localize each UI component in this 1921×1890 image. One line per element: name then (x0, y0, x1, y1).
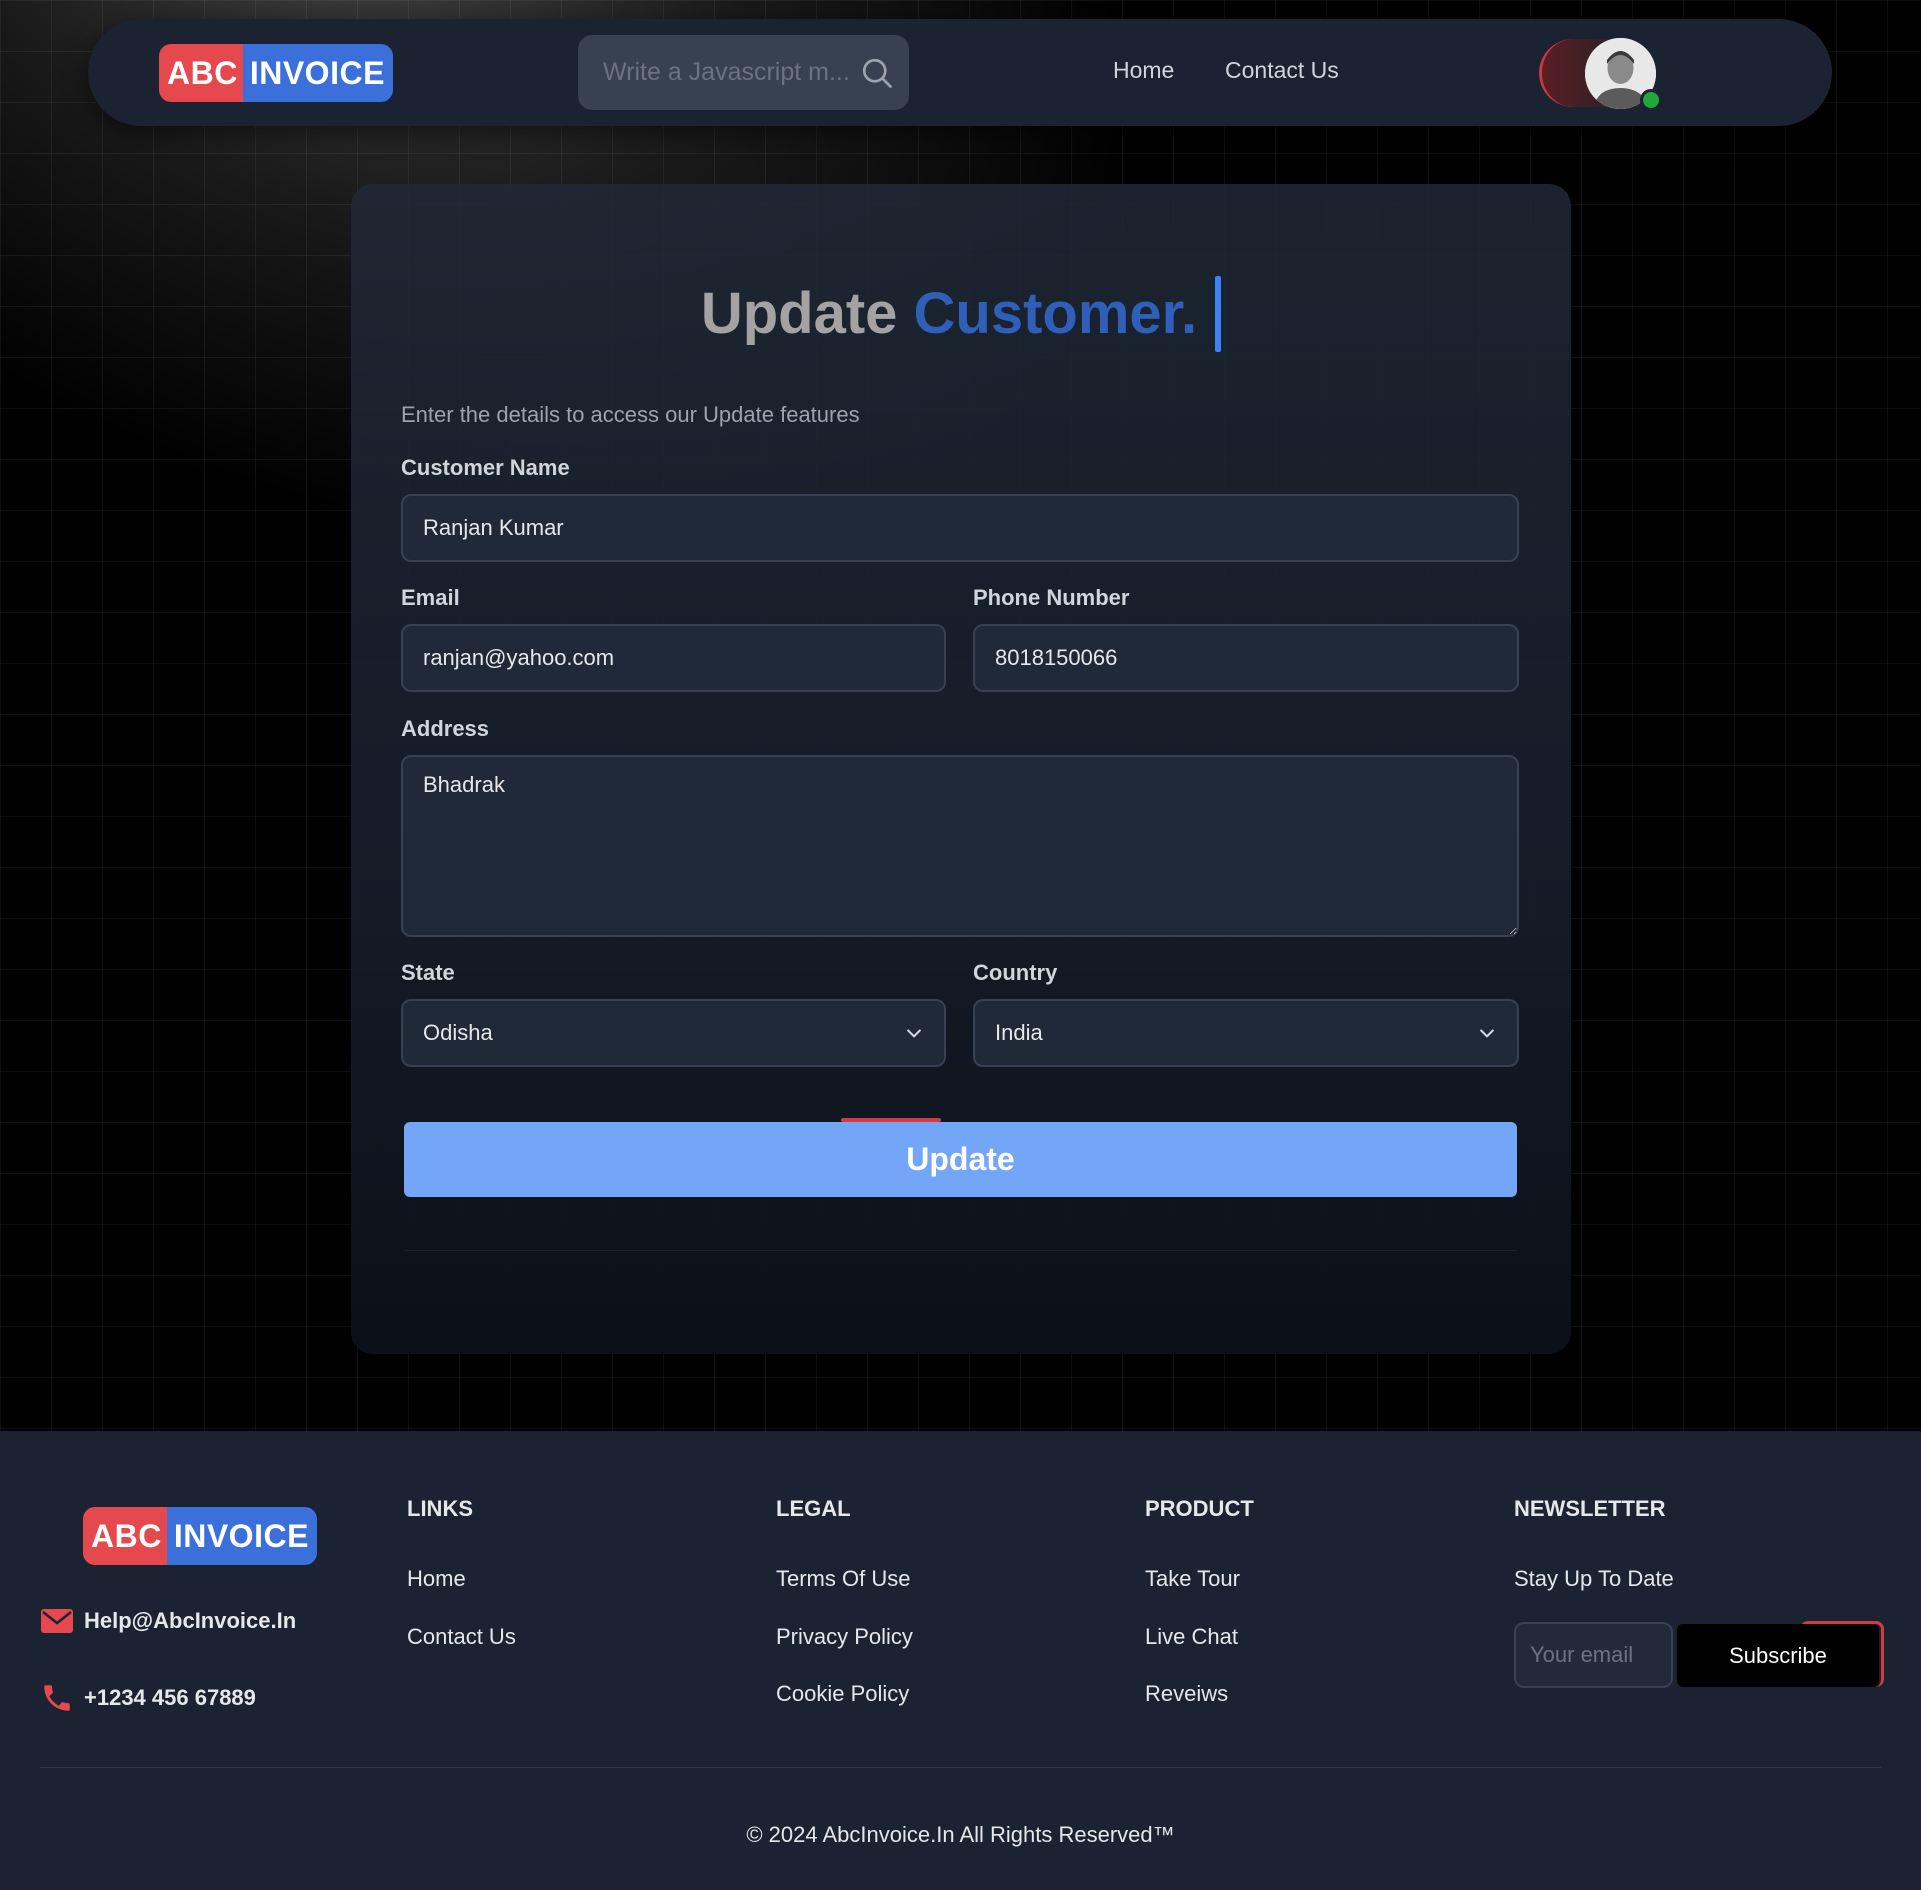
state-label: State (401, 960, 455, 985)
footer: ABC INVOICE Help@AbcInvoice.In +1234 456… (0, 1431, 1921, 1890)
nav-link-home[interactable]: Home (1113, 57, 1174, 84)
footer-email-row[interactable]: Help@AbcInvoice.In (40, 1607, 296, 1635)
footer-phone: +1234 456 67889 (84, 1685, 256, 1710)
footer-phone-row[interactable]: +1234 456 67889 (40, 1681, 256, 1715)
email-input[interactable] (401, 624, 946, 692)
logo-abc: ABC (83, 1507, 167, 1565)
footer-link-privacy[interactable]: Privacy Policy (776, 1624, 913, 1650)
online-status-dot (1640, 89, 1662, 111)
newsletter-heading: NEWSLETTER (1514, 1496, 1666, 1521)
email-label: Email (401, 585, 460, 610)
chevron-down-icon (907, 1029, 921, 1038)
legal-heading: LEGAL (776, 1496, 851, 1521)
address-label: Address (401, 716, 490, 741)
footer-brand-logo[interactable]: ABC INVOICE (83, 1507, 317, 1565)
logo-abc: ABC (159, 44, 243, 102)
typing-caret (1215, 275, 1222, 352)
phone-icon (44, 1685, 70, 1711)
card-divider (404, 1250, 1517, 1251)
footer-divider (40, 1767, 1881, 1768)
chevron-down-icon (1480, 1029, 1494, 1038)
footer-link-cookie[interactable]: Cookie Policy (776, 1681, 909, 1707)
state-select[interactable]: Odisha (401, 999, 946, 1067)
footer-link-live-chat[interactable]: Live Chat (1145, 1624, 1238, 1650)
footer-link-terms[interactable]: Terms Of Use (776, 1566, 910, 1592)
footer-email: Help@AbcInvoice.In (84, 1608, 297, 1633)
nav-link-contact-us[interactable]: Contact Us (1225, 57, 1339, 84)
search-icon[interactable] (859, 55, 895, 91)
country-selected-value: India (995, 1020, 1043, 1045)
title-word-customer: Customer. (913, 281, 1198, 346)
newsletter-email-input[interactable] (1514, 1622, 1673, 1688)
phone-number-input[interactable] (973, 624, 1519, 692)
footer-link-take-tour[interactable]: Take Tour (1145, 1566, 1240, 1592)
customer-name-input[interactable] (401, 494, 1519, 562)
search-input[interactable] (578, 35, 853, 110)
search-box (578, 35, 909, 110)
state-selected-value: Odisha (423, 1020, 493, 1045)
footer-link-reviews[interactable]: Reveiws (1145, 1681, 1228, 1707)
logo-invoice: INVOICE (242, 44, 393, 102)
links-heading: LINKS (407, 1496, 473, 1521)
country-select[interactable]: India (973, 999, 1519, 1067)
footer-link-contact-us[interactable]: Contact Us (407, 1624, 516, 1650)
title-word-update: Update (700, 281, 898, 346)
copyright-text: © 2024 AbcInvoice.In All Rights Reserved… (746, 1822, 1175, 1847)
newsletter-tagline: Stay Up To Date (1514, 1566, 1674, 1591)
update-customer-card: Update Customer. Enter the details to ac… (351, 184, 1571, 1354)
page-title: Update Customer. (351, 274, 1571, 356)
country-label: Country (973, 960, 1058, 985)
mail-icon (41, 1609, 73, 1633)
subscribe-button[interactable]: Subscribe (1677, 1624, 1879, 1687)
customer-name-label: Customer Name (401, 455, 570, 480)
form-subtitle: Enter the details to access our Update f… (401, 402, 860, 427)
footer-link-home[interactable]: Home (407, 1566, 466, 1592)
brand-logo[interactable]: ABC INVOICE (159, 44, 393, 102)
update-button[interactable]: Update (404, 1122, 1517, 1197)
logo-invoice: INVOICE (166, 1507, 317, 1565)
address-textarea[interactable]: Bhadrak (401, 755, 1519, 937)
product-heading: PRODUCT (1145, 1496, 1254, 1521)
navbar: ABC INVOICE Home Contact Us (88, 19, 1832, 126)
phone-number-label: Phone Number (973, 585, 1130, 610)
